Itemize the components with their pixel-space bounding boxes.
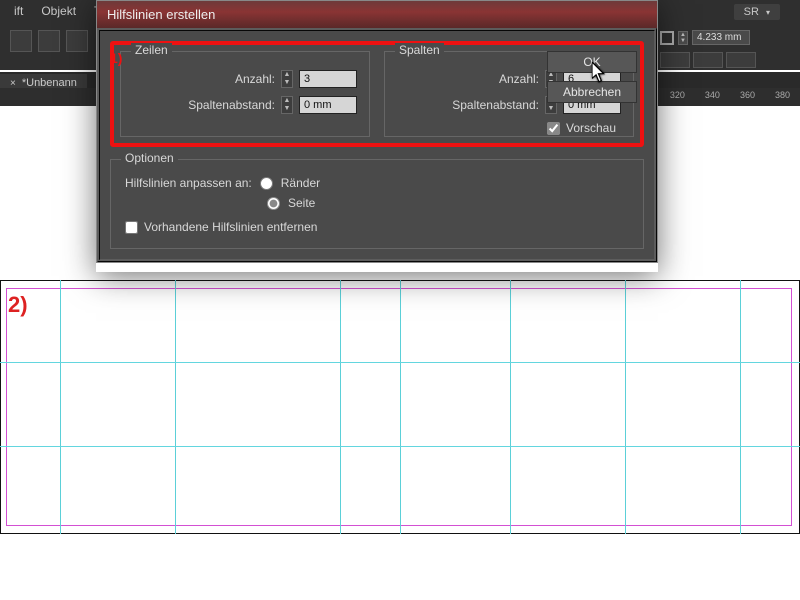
rows-count-label: Anzahl:	[235, 72, 275, 86]
ruler-tick: 320	[670, 90, 685, 100]
workspace-label: SR	[744, 6, 759, 18]
rows-gutter-input[interactable]	[299, 96, 357, 114]
annotation-step-2: 2)	[8, 292, 28, 318]
remove-existing-checkbox[interactable]	[125, 221, 138, 234]
guide-vertical[interactable]	[175, 280, 176, 534]
fit-margins-radio[interactable]	[260, 177, 273, 190]
guide-vertical[interactable]	[340, 280, 341, 534]
margin-frame	[6, 288, 792, 526]
dialog-title: Hilfslinien erstellen	[97, 1, 657, 28]
ok-button[interactable]: OK	[547, 51, 637, 73]
ruler-tick: 380	[775, 90, 790, 100]
options-group: Optionen Hilfslinien anpassen an: Ränder…	[110, 159, 644, 249]
menu-item[interactable]: ift	[14, 4, 23, 18]
rows-count-input[interactable]	[299, 70, 357, 88]
close-icon[interactable]: ×	[10, 78, 16, 89]
tool-button[interactable]	[38, 30, 60, 52]
rows-legend: Zeilen	[131, 43, 172, 57]
ruler-tick: 360	[740, 90, 755, 100]
rows-count-stepper[interactable]: ▲▼	[281, 70, 293, 88]
guide-vertical[interactable]	[510, 280, 511, 534]
tool-icons-left	[10, 30, 88, 52]
dialog-buttons: OK Abbrechen Vorschau	[547, 51, 637, 135]
workspace-switcher[interactable]: SR ▾	[734, 4, 780, 20]
value-stepper[interactable]: ▲▼	[678, 31, 688, 45]
fit-page-radio[interactable]	[267, 197, 280, 210]
tool-button[interactable]	[693, 52, 723, 68]
menu-item[interactable]: Objekt	[41, 4, 76, 18]
annotation-step-1: 1)	[110, 50, 122, 66]
tool-button[interactable]	[726, 52, 756, 68]
control-strip: ▲▼	[660, 30, 750, 45]
columns-legend: Spalten	[395, 43, 444, 57]
preview-label: Vorschau	[566, 121, 616, 135]
cols-count-label: Anzahl:	[499, 72, 539, 86]
rows-gutter-stepper[interactable]: ▲▼	[281, 96, 293, 114]
cancel-button[interactable]: Abbrechen	[547, 81, 637, 103]
chevron-down-icon: ▾	[766, 8, 770, 17]
guide-vertical[interactable]	[60, 280, 61, 534]
remove-existing-label: Vorhandene Hilfslinien entfernen	[144, 220, 317, 234]
rows-gutter-label: Spaltenabstand:	[188, 98, 275, 112]
guide-vertical[interactable]	[400, 280, 401, 534]
preview-checkbox[interactable]	[547, 122, 560, 135]
options-legend: Optionen	[121, 151, 178, 165]
tool-button[interactable]	[660, 52, 690, 68]
fit-guides-label: Hilfslinien anpassen an:	[125, 176, 252, 190]
tool-button[interactable]	[10, 30, 32, 52]
control-strip-2	[660, 52, 756, 68]
guide-vertical[interactable]	[740, 280, 741, 534]
fit-page-label: Seite	[288, 196, 315, 210]
size-field[interactable]	[692, 30, 750, 45]
guide-horizontal[interactable]	[0, 446, 800, 447]
rows-group: Zeilen Anzahl: ▲▼ Spaltenabstand: ▲▼	[120, 51, 370, 137]
tool-button[interactable]	[66, 30, 88, 52]
cols-gutter-label: Spaltenabstand:	[452, 98, 539, 112]
guide-horizontal[interactable]	[0, 362, 800, 363]
guide-vertical[interactable]	[625, 280, 626, 534]
create-guides-dialog: Hilfslinien erstellen Zeilen Anzahl: ▲▼ …	[96, 0, 658, 263]
fit-margins-label: Ränder	[281, 176, 320, 190]
ruler-tick: 340	[705, 90, 720, 100]
crop-icon[interactable]	[660, 31, 674, 45]
